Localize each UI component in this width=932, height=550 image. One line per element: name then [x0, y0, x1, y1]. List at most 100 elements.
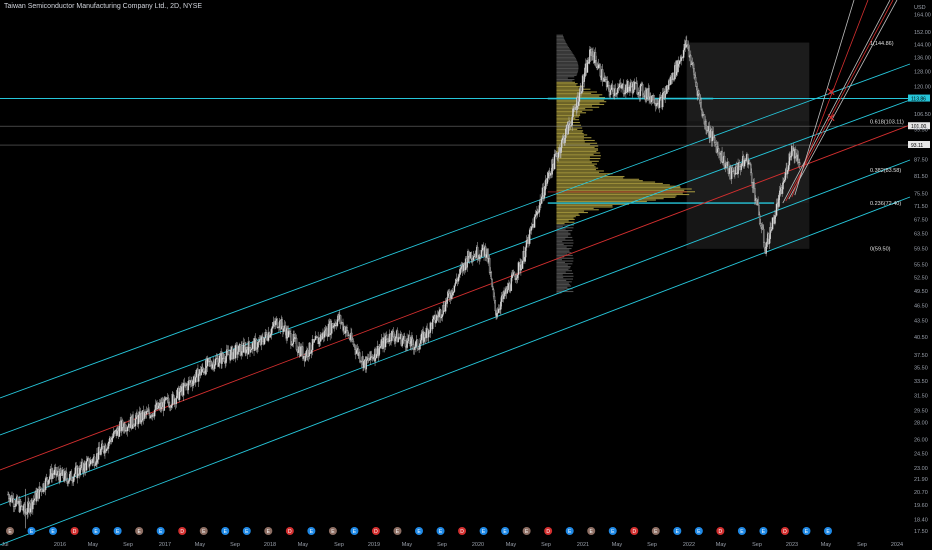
candle: [599, 64, 601, 77]
candle: [592, 51, 594, 57]
volume-profile-bar: [556, 108, 586, 110]
volume-profile-bar: [556, 131, 583, 133]
y-tick-label: 43.50: [914, 319, 928, 325]
event-marker[interactable]: D: [70, 527, 79, 535]
candle: [171, 393, 174, 406]
event-marker[interactable]: E: [6, 527, 14, 535]
candle: [248, 341, 250, 348]
event-marker[interactable]: D: [780, 527, 789, 535]
y-tick-label: 128.00: [914, 70, 931, 76]
candle: [136, 413, 138, 418]
candle: [270, 328, 273, 335]
candle: [693, 68, 695, 76]
volume-profile-bar: [556, 155, 601, 157]
candle: [748, 160, 751, 164]
x-tick-label: May: [402, 542, 413, 548]
event-marker[interactable]: E: [415, 527, 423, 535]
y-tick-label: 52.50: [914, 275, 928, 281]
candle: [695, 82, 698, 87]
event-marker[interactable]: E: [307, 527, 316, 535]
volume-profile-bar: [556, 285, 572, 287]
candle: [29, 508, 32, 513]
event-marker[interactable]: E: [608, 527, 617, 535]
event-marker[interactable]: E: [737, 527, 746, 535]
price-chart[interactable]: ✕ ✕ 1(144.86) 0.618(103.11) 0.382(83.58) 0.2…: [0, 0, 932, 550]
volume-profile-bar: [556, 142, 598, 144]
channel-inner-upper[interactable]: [0, 99, 911, 436]
candle: [201, 366, 204, 370]
event-marker[interactable]: E: [49, 527, 58, 535]
event-marker[interactable]: E: [242, 527, 251, 535]
channel-inner-lower[interactable]: [0, 159, 911, 506]
volume-profile-bar: [556, 196, 676, 198]
event-marker[interactable]: E: [673, 527, 682, 535]
candle: [538, 205, 541, 213]
candle: [722, 161, 724, 163]
volume-profile-bar: [556, 157, 601, 160]
event-marker[interactable]: E: [436, 527, 445, 535]
candle: [609, 89, 612, 95]
event-marker[interactable]: E: [199, 527, 208, 535]
volume-profile-bar: [556, 67, 579, 70]
volume-profile-bar: [556, 207, 594, 209]
candle: [438, 312, 440, 318]
event-marker[interactable]: E: [824, 527, 832, 535]
volume-profile-bar: [556, 92, 592, 94]
candle: [411, 338, 414, 345]
candle: [73, 473, 76, 477]
candle: [763, 242, 766, 249]
event-marker[interactable]: E: [156, 527, 165, 535]
event-marker[interactable]: E: [759, 527, 768, 535]
volume-profile-bar: [556, 239, 574, 241]
event-marker[interactable]: E: [264, 527, 273, 535]
event-marker[interactable]: D: [178, 527, 187, 535]
candle: [206, 358, 209, 367]
volume-profile-bar: [556, 77, 568, 79]
event-marker[interactable]: E: [802, 527, 811, 535]
event-marker[interactable]: D: [716, 527, 725, 535]
candle: [72, 476, 75, 482]
candle: [690, 55, 692, 65]
y-tick-label: 19.60: [914, 503, 928, 509]
candle: [757, 199, 759, 206]
event-marker[interactable]: E: [479, 527, 488, 535]
volume-profile-bar: [556, 193, 690, 196]
event-marker[interactable]: E: [565, 527, 574, 535]
event-marker[interactable]: E: [221, 527, 230, 535]
event-marker[interactable]: E: [135, 527, 144, 535]
y-tick-label: 87.50: [914, 157, 928, 163]
chart-area[interactable]: ✕ ✕ 1(144.86) 0.618(103.11) 0.382(83.58) 0.2…: [0, 0, 932, 550]
volume-profile-bar: [556, 243, 564, 245]
event-marker[interactable]: E: [522, 527, 531, 535]
event-marker[interactable]: E: [393, 527, 402, 535]
event-marker[interactable]: D: [371, 527, 380, 535]
event-marker[interactable]: E: [350, 527, 359, 535]
volume-profile-bar: [556, 105, 593, 107]
volume-profile-bar: [556, 153, 594, 155]
candle: [553, 154, 556, 170]
candle: [456, 278, 458, 281]
event-marker[interactable]: D: [458, 527, 467, 535]
candle: [101, 443, 104, 447]
event-marker[interactable]: E: [694, 527, 703, 535]
event-marker[interactable]: E: [92, 527, 101, 535]
event-marker[interactable]: D: [285, 527, 294, 535]
event-marker[interactable]: E: [328, 527, 337, 535]
volume-profile-bar: [556, 211, 588, 214]
event-marker[interactable]: E: [27, 527, 36, 535]
volume-profile-bar: [556, 137, 592, 139]
event-letter: D: [73, 529, 77, 535]
channel-lower[interactable]: [0, 196, 911, 546]
event-marker[interactable]: E: [501, 527, 510, 535]
event-marker[interactable]: E: [651, 527, 660, 535]
candle: [387, 338, 389, 342]
candle: [20, 501, 22, 507]
candle: [743, 160, 746, 167]
volume-profile-bar: [556, 52, 573, 54]
event-marker[interactable]: D: [544, 527, 553, 535]
event-marker[interactable]: D: [630, 527, 639, 535]
event-marker[interactable]: E: [587, 527, 596, 535]
candle: [257, 341, 259, 348]
candle: [263, 338, 266, 345]
event-marker[interactable]: E: [113, 527, 122, 535]
